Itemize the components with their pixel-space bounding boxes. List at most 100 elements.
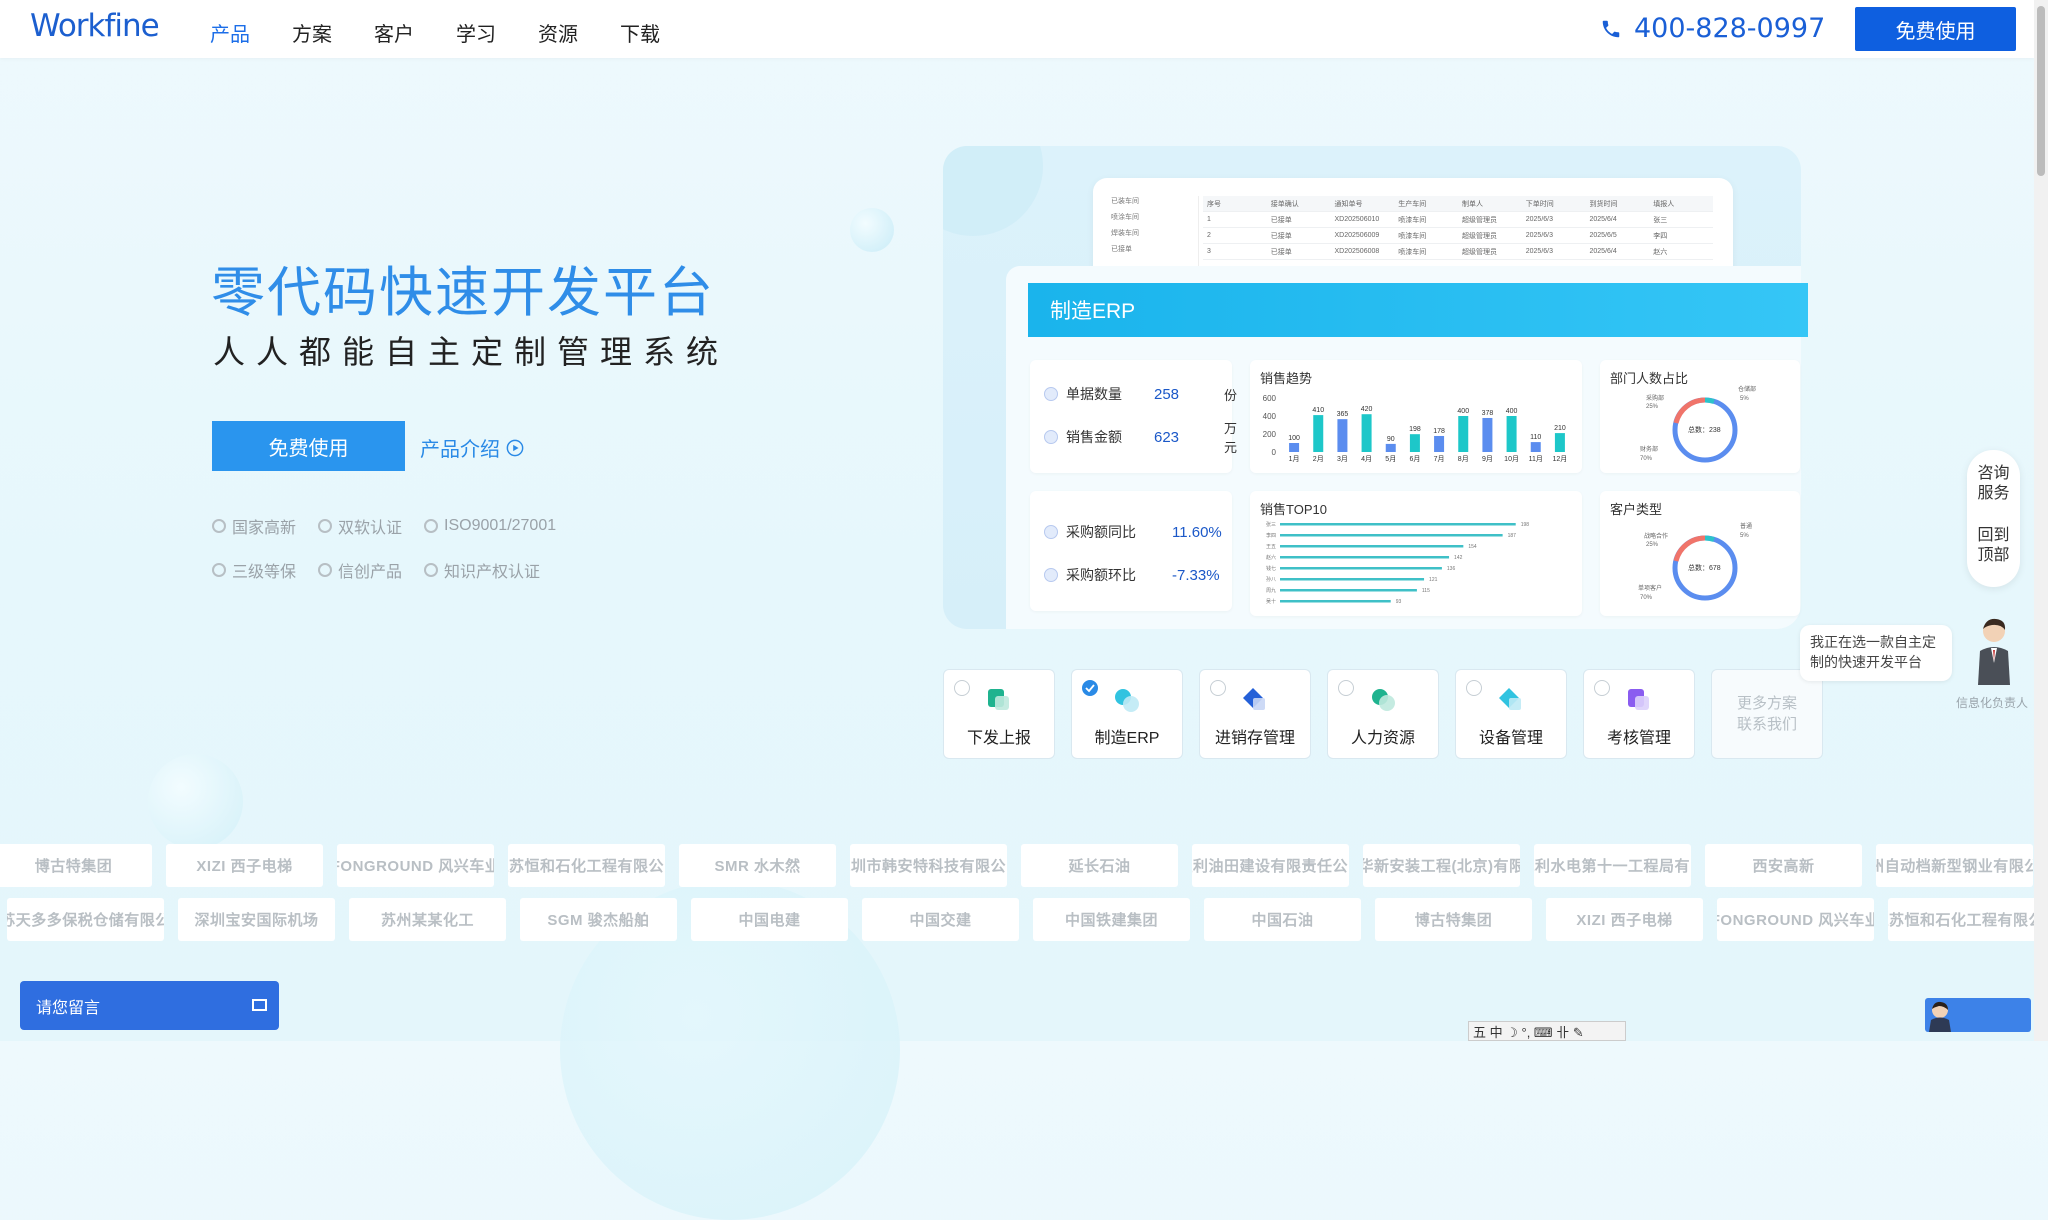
data-label: 115 — [1422, 588, 1430, 594]
x-tick-label: 9月 — [1482, 455, 1493, 463]
more-solutions-label: 更多方案 联系我们 — [1736, 695, 1797, 733]
tab-more-solutions[interactable]: 更多方案 联系我们 — [1711, 669, 1823, 759]
bar — [1280, 534, 1503, 537]
client-logo: 广州自动档新型钢业有限公司 — [1876, 844, 2033, 887]
certifications: 国家高新 双软认证 ISO9001/27001 三级等保 信创产品 知识产权认证 — [212, 514, 556, 582]
tab-report[interactable]: 下发上报 — [943, 669, 1055, 759]
agent-avatar-icon[interactable] — [1972, 615, 2016, 687]
sales-top10-chart: 张三 198 李四 187 王五 154 赵六 142 钱七 136 孙八 121 周九 115 吴十 93 — [1266, 521, 1529, 605]
hr-icon — [1369, 686, 1397, 714]
play-circle-icon — [506, 439, 524, 456]
page-scrollbar[interactable] — [2034, 0, 2048, 1041]
leaf-icon — [212, 519, 226, 533]
consult-service-button[interactable]: 咨询服务 — [1967, 464, 2020, 504]
data-label: 110 — [1530, 434, 1541, 441]
cert-item: 双软认证 — [318, 514, 402, 538]
client-logos-row-1: 博古特集团 XIZI 西子电梯 FONGROUND 风兴车业 江苏恒和石化工程有… — [0, 844, 2033, 887]
table-row: 2 已接单 XD202506009 喷漆车间 超级管理员 2025/6/3 2025/6/5… — [1203, 228, 1713, 244]
bar — [1280, 578, 1425, 581]
phone-contact[interactable]: 400-828-0997 — [1600, 13, 1825, 44]
equipment-icon — [1497, 686, 1525, 714]
client-logo: 江苏恒和石化工程有限公司 — [1888, 898, 2045, 941]
assessment-icon — [1625, 686, 1653, 714]
online-chat-widget[interactable] — [1925, 998, 2031, 1032]
radio-indicator — [1594, 680, 1610, 696]
bar — [1409, 434, 1420, 452]
hero-free-trial-button[interactable]: 免费使用 — [212, 421, 405, 471]
menu-item-resources[interactable]: 资源 — [538, 18, 578, 47]
data-label: 142 — [1454, 555, 1463, 561]
table-row: 3 已接单 XD202506008 喷漆车间 超级管理员 2025/6/3 2025/6/4… — [1203, 244, 1713, 260]
top-nav: Workfine 产品 方案 客户 学习 资源 下载 400-828-0997 … — [0, 0, 2034, 58]
money-icon — [1044, 430, 1058, 444]
back-to-top-button[interactable]: 回到顶部 — [1967, 526, 2020, 566]
hero-subtitle: 人人都能自主定制管理系统 — [213, 334, 730, 370]
nav-free-trial-button[interactable]: 免费使用 — [1855, 7, 2016, 51]
client-logo: 中国电建 — [691, 898, 848, 941]
client-logo: XIZI 西子电梯 — [1546, 898, 1703, 941]
ribbon-icon — [424, 563, 439, 577]
ime-toolbar[interactable]: 五 中 ☽ °, ⌨ 卝 ✎ — [1468, 1021, 1626, 1041]
erp-icon — [1113, 686, 1141, 714]
x-tick-label: 6月 — [1409, 455, 1420, 463]
tab-manufacturing-erp[interactable]: 制造ERP — [1071, 669, 1183, 759]
category-label: 孙八 — [1266, 576, 1276, 583]
bar — [1280, 567, 1442, 570]
tab-inventory[interactable]: 进销存管理 — [1199, 669, 1311, 759]
x-tick-label: 3月 — [1337, 455, 1348, 463]
bar — [1280, 600, 1391, 603]
client-logo: 延长石油 — [1021, 844, 1178, 887]
client-logo: 中航华新安装工程(北京)有限公司 — [1363, 844, 1520, 887]
client-logo: 博古特集团 — [1375, 898, 1532, 941]
data-label: 187 — [1508, 533, 1517, 539]
x-tick-label: 4月 — [1361, 455, 1372, 463]
data-label: 420 — [1361, 406, 1373, 413]
report-icon — [985, 686, 1013, 714]
radio-checked-indicator — [1082, 680, 1098, 696]
leave-message-button[interactable]: 请您留言 — [20, 981, 279, 1030]
customer-type-card: 客户类型 总数：678 战略合作 25% 普通 5% 单项客户 70% — [1600, 491, 1800, 616]
tab-equipment[interactable]: 设备管理 — [1455, 669, 1567, 759]
chat-tip-bubble[interactable]: 我正在选一款自主定制的快速开发平台 — [1800, 625, 1952, 681]
client-logo: 胜利油田建设有限责任公司 — [1192, 844, 1349, 887]
stats-card: 单据数量 258 份 销售金额 623 万元 — [1030, 360, 1237, 473]
scrollbar-thumb[interactable] — [2037, 6, 2045, 176]
data-label: 400 — [1506, 408, 1518, 415]
menu-item-solutions[interactable]: 方案 — [292, 18, 332, 47]
menu-item-customers[interactable]: 客户 — [374, 18, 414, 47]
site-logo[interactable]: Workfine — [30, 8, 160, 44]
minimize-icon — [252, 999, 267, 1011]
tab-assessment[interactable]: 考核管理 — [1583, 669, 1695, 759]
menu-item-product[interactable]: 产品 — [210, 18, 250, 47]
erp-banner-title: 制造ERP — [1050, 300, 1136, 323]
menu-item-learn[interactable]: 学习 — [456, 18, 496, 47]
cert-item: 知识产权认证 — [424, 558, 556, 582]
bar — [1554, 433, 1565, 452]
tab-hr[interactable]: 人力资源 — [1327, 669, 1439, 759]
customer-donut-center: 总数：678 — [1688, 565, 1721, 572]
bar — [1280, 545, 1464, 548]
bar — [1530, 442, 1541, 452]
client-logo: FONGROUND 风兴车业 — [1717, 898, 1874, 941]
category-label: 钱七 — [1266, 565, 1276, 572]
data-label: 198 — [1409, 426, 1421, 433]
ime-toolbar-label: 五 中 ☽ °, ⌨ 卝 ✎ — [1473, 1024, 1584, 1040]
bar — [1289, 443, 1300, 452]
bar — [1361, 414, 1372, 452]
product-intro-link[interactable]: 产品介绍 — [420, 433, 524, 462]
x-tick-label: 11月 — [1529, 455, 1543, 463]
data-label: 93 — [1396, 599, 1402, 605]
client-logo: 深圳宝安国际机场 — [178, 898, 335, 941]
bar — [1482, 417, 1493, 452]
client-logo: XIZI 西子电梯 — [166, 844, 323, 887]
leave-message-label: 请您留言 — [36, 999, 101, 1017]
x-tick-label: 8月 — [1458, 455, 1469, 463]
sales-top10-card: 销售TOP10 张三 198 李四 187 王五 154 赵六 142 钱七 136 孙八 121 周九… — [1250, 491, 1582, 616]
menu-item-download[interactable]: 下载 — [620, 18, 660, 47]
radio-indicator — [1338, 680, 1354, 696]
deco-bubble — [850, 208, 894, 252]
client-logo: 深圳市韩安特科技有限公司 — [850, 844, 1007, 887]
hero-title: 零代码快速开发平台 — [211, 263, 715, 323]
inventory-icon — [1241, 686, 1269, 714]
doc-icon — [1044, 387, 1058, 401]
